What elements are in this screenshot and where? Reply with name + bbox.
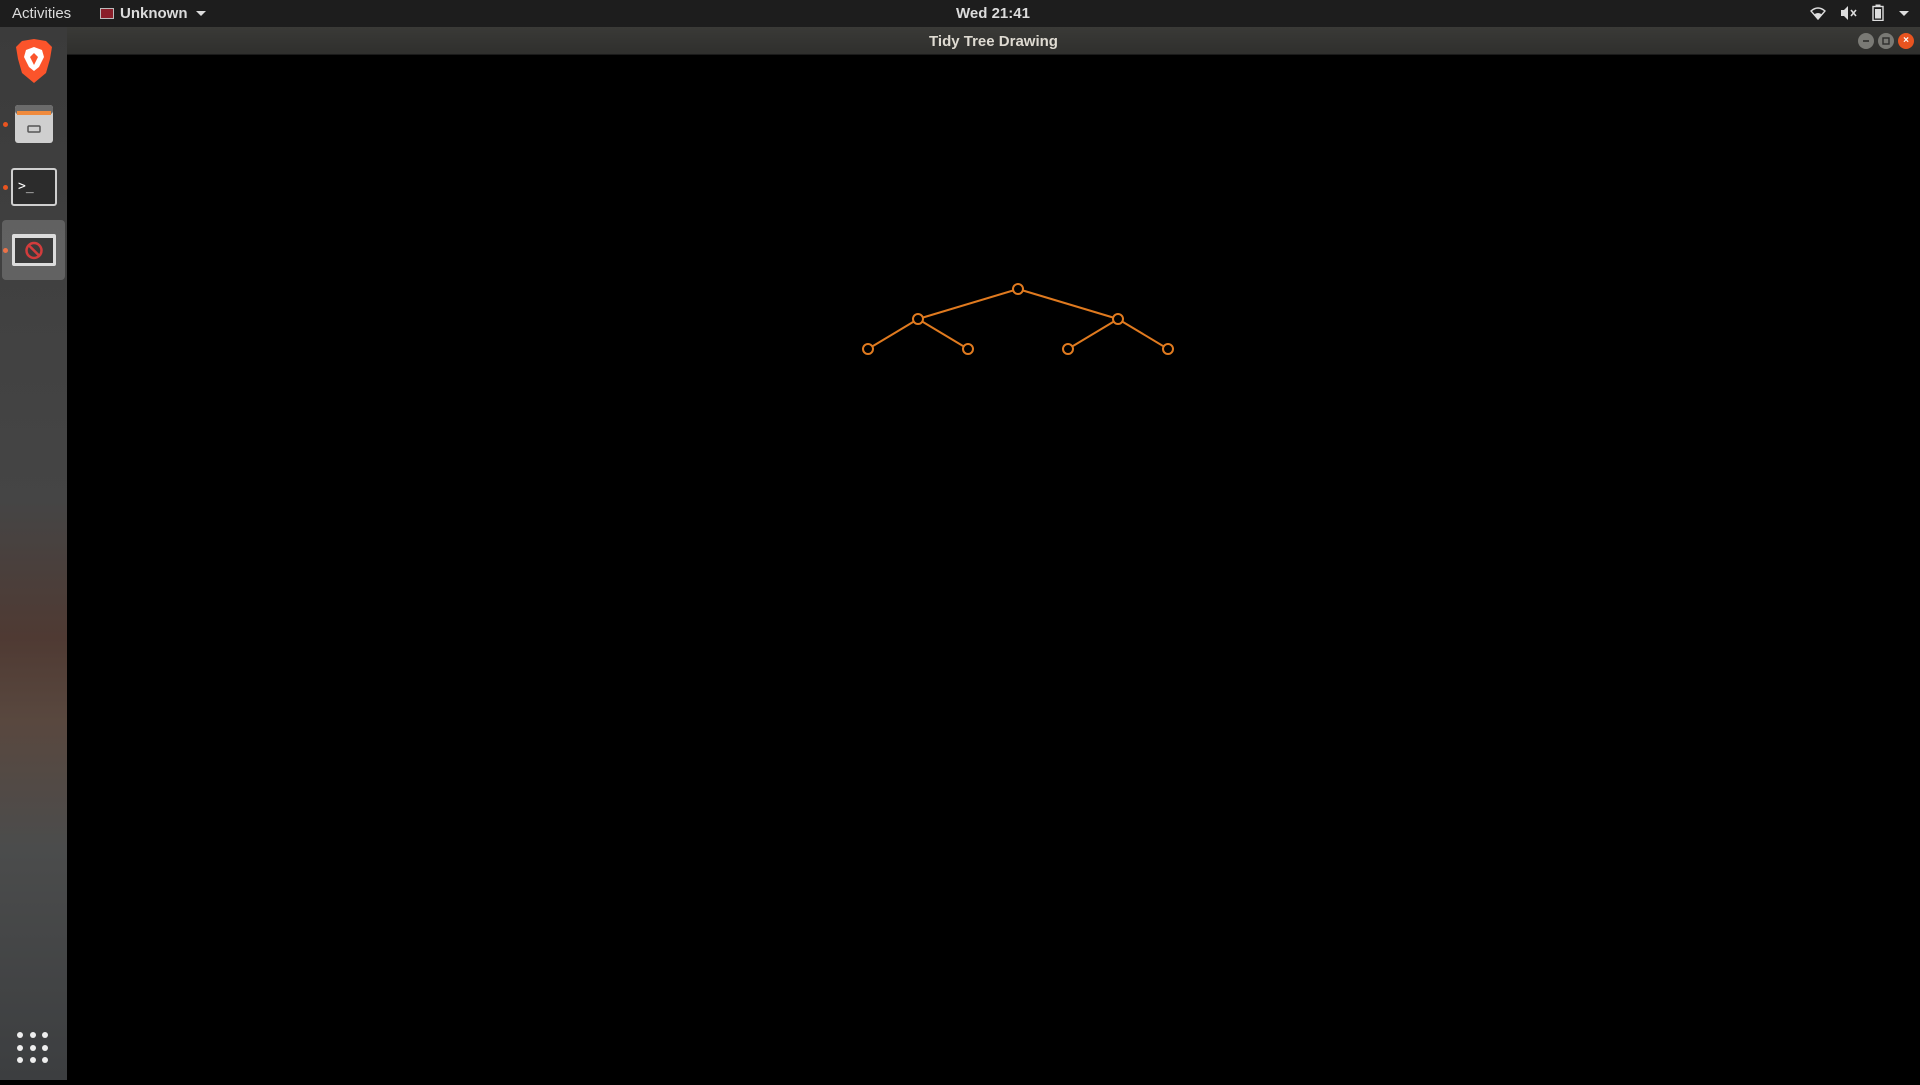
window-title: Tidy Tree Drawing <box>929 33 1058 50</box>
clock[interactable]: Wed 21:41 <box>0 5 1920 22</box>
grid-dot <box>17 1044 23 1051</box>
dock-item-tidy-tree[interactable] <box>2 220 65 280</box>
minimize-icon <box>1863 40 1869 42</box>
close-icon: × <box>1903 35 1909 46</box>
tree-edge <box>1117 318 1169 350</box>
tree-drawing <box>862 283 1174 355</box>
window-titlebar[interactable]: Tidy Tree Drawing × <box>67 27 1920 55</box>
grid-dot <box>17 1057 23 1064</box>
grid-dot <box>42 1032 49 1038</box>
app-window-icon <box>11 234 56 266</box>
tree-node <box>1062 343 1074 355</box>
tree-node <box>1162 343 1174 355</box>
wifi-icon[interactable] <box>1810 5 1826 21</box>
top-bar: Activities Unknown Wed 21:41 <box>0 0 1920 27</box>
dock-item-files[interactable] <box>2 93 65 153</box>
show-applications-button[interactable] <box>17 1032 49 1064</box>
file-cabinet-icon <box>14 105 53 143</box>
tree-node <box>1112 313 1124 325</box>
minimize-button[interactable] <box>1858 33 1874 49</box>
tree-node <box>862 343 874 355</box>
grid-dot <box>29 1057 36 1064</box>
tree-edge <box>1017 288 1119 320</box>
battery-icon[interactable] <box>1872 4 1884 21</box>
grid-dot <box>29 1032 36 1038</box>
tree-node <box>962 343 974 355</box>
system-tray[interactable] <box>1810 4 1910 21</box>
tree-edge <box>917 318 969 350</box>
dock: >_ <box>0 27 67 1080</box>
tree-edge <box>917 288 1019 320</box>
tree-node <box>912 313 924 325</box>
maximize-icon <box>1882 37 1890 45</box>
tree-edge <box>867 318 919 350</box>
grid-dot <box>17 1032 23 1038</box>
close-button[interactable]: × <box>1898 33 1914 49</box>
terminal-glyph: >_ <box>18 179 34 194</box>
window-controls: × <box>1858 33 1914 49</box>
dock-item-terminal[interactable]: >_ <box>2 157 65 217</box>
tree-node <box>1012 283 1024 295</box>
tree-edge <box>1067 318 1119 350</box>
grid-dot <box>29 1044 36 1051</box>
grid-dot <box>42 1057 49 1064</box>
terminal-icon: >_ <box>10 168 57 206</box>
maximize-button[interactable] <box>1878 33 1894 49</box>
dock-item-brave[interactable] <box>2 31 65 91</box>
volume-muted-icon[interactable] <box>1840 5 1858 21</box>
chevron-down-icon[interactable] <box>1898 8 1910 18</box>
brave-lion-icon <box>15 39 52 83</box>
grid-dot <box>42 1044 49 1051</box>
drawing-canvas[interactable] <box>67 55 1920 1080</box>
